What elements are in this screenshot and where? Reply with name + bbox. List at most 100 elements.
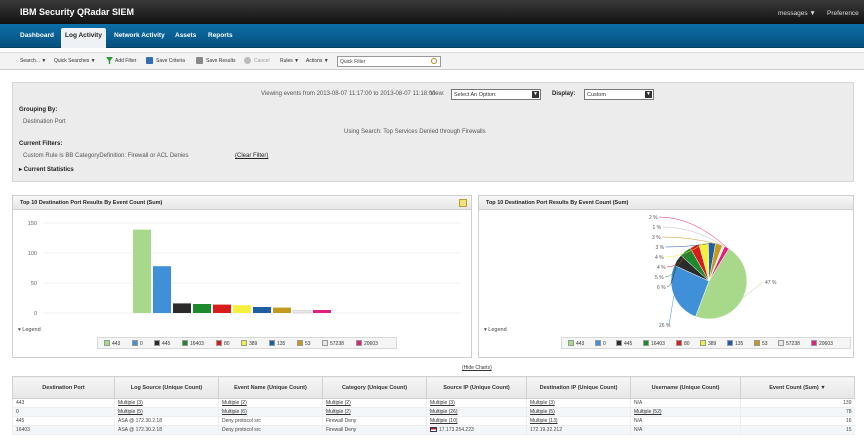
table-cell-link[interactable]: Multiple (5) xyxy=(526,407,631,417)
bar-port-53[interactable] xyxy=(273,307,291,313)
pie-chart-title: Top 10 Destination Port Results By Event… xyxy=(479,196,853,210)
table-cell-link[interactable]: Multiple (3) xyxy=(526,398,631,408)
bar-port-443[interactable] xyxy=(133,229,151,313)
legend-item-80[interactable]: 80 xyxy=(216,340,230,347)
legend-swatch xyxy=(568,340,574,346)
save-criteria-button[interactable]: Save Criteria xyxy=(156,58,185,64)
tab-log-activity[interactable]: Log Activity xyxy=(61,28,106,48)
pie-percent-label: 4 % xyxy=(657,265,666,271)
legend-item-80[interactable]: 80 xyxy=(676,340,690,347)
legend-item-0[interactable]: 0 xyxy=(595,340,606,347)
cancel-button[interactable]: Cancel xyxy=(254,58,270,64)
messages-menu[interactable]: messages ▼ xyxy=(778,10,816,17)
preferences-menu[interactable]: Preference xyxy=(827,10,859,17)
chevron-down-icon: ▼ xyxy=(532,91,539,98)
table-cell-link[interactable]: Multiple (10) xyxy=(426,416,527,426)
bar-port-20603[interactable] xyxy=(313,310,331,313)
toolbar: Search... ▼ Quick Searches ▼ Add Filter … xyxy=(0,52,864,70)
quick-filter-input[interactable]: Quick Filter xyxy=(337,56,441,67)
add-filter-button[interactable]: Add Filter xyxy=(115,58,136,64)
search-icon[interactable] xyxy=(431,58,437,64)
legend-item-0[interactable]: 0 xyxy=(132,340,143,347)
table-row[interactable]: 0 Multiple (5) Multiple (6) Multiple (2)… xyxy=(12,407,855,417)
chart-options-icon[interactable] xyxy=(459,199,467,207)
table-cell: 16403 xyxy=(12,425,115,435)
pie-percent-label: 3 % xyxy=(656,245,665,251)
column-header[interactable]: Username (Unique Count) xyxy=(630,376,741,399)
legend-item-20603[interactable]: 20603 xyxy=(811,340,833,347)
tab-reports[interactable]: Reports xyxy=(208,32,233,39)
current-statistics-toggle[interactable]: ▸ Current Statistics xyxy=(19,166,74,173)
y-tick-label: 150 xyxy=(28,221,37,227)
legend-swatch xyxy=(700,340,706,346)
table-cell: Deny protocol src xyxy=(218,416,323,426)
table-cell: Firewall Deny xyxy=(322,425,427,435)
hide-charts-link[interactable]: (Hide Charts) xyxy=(462,365,492,371)
pie-percent-label: 5 % xyxy=(655,275,664,281)
legend-item-135[interactable]: 135 xyxy=(269,340,285,347)
pie-leader-line xyxy=(668,295,675,326)
legend-item-16403[interactable]: 16403 xyxy=(182,340,204,347)
legend-item-389[interactable]: 389 xyxy=(700,340,716,347)
search-menu[interactable]: Search... ▼ xyxy=(20,58,46,64)
column-header[interactable]: Category (Unique Count) xyxy=(322,376,427,399)
save-results-button[interactable]: Save Results xyxy=(206,58,235,64)
view-select[interactable]: Select An Option: ▼ xyxy=(451,89,541,100)
legend-swatch xyxy=(616,340,622,346)
table-cell-link[interactable]: Multiple (2) xyxy=(322,398,427,408)
legend-item-443[interactable]: 443 xyxy=(568,340,584,347)
legend-toggle[interactable]: ▾ Legend xyxy=(18,327,41,333)
bar-port-445[interactable] xyxy=(173,303,191,313)
legend-item-57238[interactable]: 57238 xyxy=(778,340,800,347)
table-cell-link[interactable]: Multiple (6) xyxy=(218,407,323,417)
bar-port-57238[interactable] xyxy=(292,310,312,314)
column-header[interactable]: Destination IP (Unique Count) xyxy=(526,376,631,399)
table-cell-link[interactable]: Multiple (3) xyxy=(426,398,527,408)
pie-percent-label: 3 % xyxy=(652,235,661,241)
quick-searches-menu[interactable]: Quick Searches ▼ xyxy=(54,58,96,64)
table-row[interactable]: 445 ASA @ 172.30.2.18 Deny protocol src … xyxy=(12,416,855,426)
column-header[interactable]: Destination Port xyxy=(12,376,115,399)
legend-item-135[interactable]: 135 xyxy=(727,340,743,347)
table-row[interactable]: 16403 ASA @ 172.30.2.18 Deny protocol sr… xyxy=(12,425,855,435)
legend-item-20603[interactable]: 20603 xyxy=(356,340,378,347)
legend-item-445[interactable]: 445 xyxy=(616,340,632,347)
legend-item-57238[interactable]: 57238 xyxy=(322,340,344,347)
table-cell-link[interactable]: Multiple (2) xyxy=(218,398,323,408)
bar-port-389[interactable] xyxy=(233,305,251,313)
bar-port-16403[interactable] xyxy=(193,304,211,313)
table-cell-link[interactable]: Multiple (26) xyxy=(426,407,527,417)
table-row[interactable]: 443 Multiple (3) Multiple (2) Multiple (… xyxy=(12,398,855,408)
legend-item-445[interactable]: 445 xyxy=(154,340,170,347)
legend-item-443[interactable]: 443 xyxy=(104,340,120,347)
actions-menu[interactable]: Actions ▼ xyxy=(306,58,329,64)
display-select[interactable]: Custom ▼ xyxy=(584,89,654,100)
legend-item-53[interactable]: 53 xyxy=(297,340,311,347)
table-cell-link[interactable]: Multiple (3) xyxy=(114,398,219,408)
bar-chart-title: Top 10 Destination Port Results By Event… xyxy=(13,196,471,210)
title-bar: IBM Security QRadar SIEM messages ▼ Pref… xyxy=(0,0,864,24)
column-header[interactable]: Source IP (Unique Count) xyxy=(426,376,527,399)
column-header[interactable]: Event Count (Sum) ▼ xyxy=(740,376,855,399)
column-header[interactable]: Event Name (Unique Count) xyxy=(218,376,323,399)
table-cell-link[interactable]: Multiple (5) xyxy=(114,407,219,417)
table-cell-link[interactable]: Multiple (52) xyxy=(630,407,741,417)
tab-dashboard[interactable]: Dashboard xyxy=(20,32,54,39)
clear-filter-link[interactable]: (Clear Filter) xyxy=(235,153,268,159)
table-cell-link[interactable]: Multiple (13) xyxy=(526,416,631,426)
legend-item-53[interactable]: 53 xyxy=(754,340,768,347)
column-header[interactable]: Log Source (Unique Count) xyxy=(114,376,219,399)
table-cell: 172.19.32.212 xyxy=(526,425,631,435)
rules-menu[interactable]: Rules ▼ xyxy=(280,58,299,64)
table-cell-link[interactable]: Multiple (2) xyxy=(322,407,427,417)
bar-port-135[interactable] xyxy=(253,307,271,313)
legend-item-16403[interactable]: 16403 xyxy=(643,340,665,347)
legend-item-389[interactable]: 389 xyxy=(241,340,257,347)
bar-port-0[interactable] xyxy=(153,266,171,313)
legend-toggle[interactable]: ▾ Legend xyxy=(484,327,507,333)
bar-port-80[interactable] xyxy=(213,304,231,313)
bar-chart-legend: 443 0 445 16403 80 389 135 53 57238 20603 xyxy=(97,337,397,349)
tab-network-activity[interactable]: Network Activity xyxy=(114,32,165,39)
tab-assets[interactable]: Assets xyxy=(175,32,196,39)
legend-swatch xyxy=(322,340,328,346)
